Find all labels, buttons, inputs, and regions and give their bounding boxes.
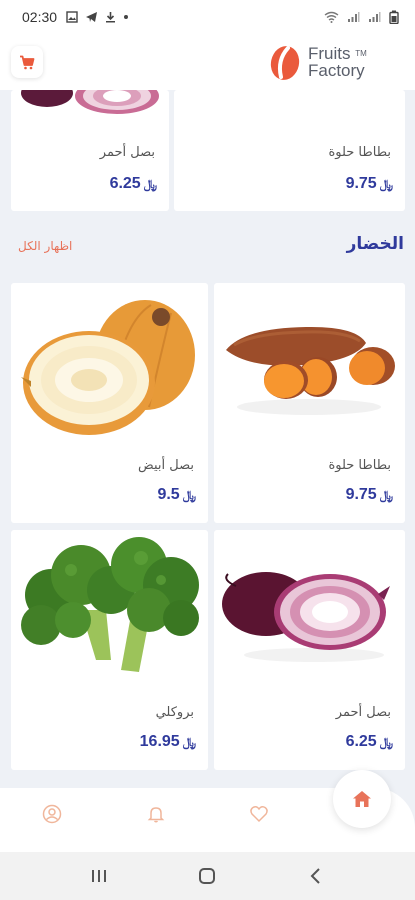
product-card[interactable]: بصل أحمر 6.25 ﷼ [214, 530, 405, 770]
product-card[interactable]: بطاطا حلوة 9.75 ﷼ [214, 283, 405, 523]
product-price: 9.75 ﷼ [346, 175, 393, 193]
back-icon [310, 868, 320, 884]
section-title: الخضار [346, 234, 404, 254]
price-value: 9.75 [345, 486, 377, 503]
notification-icons [66, 11, 129, 23]
product-scroll[interactable]: بطاطا حلوة 9.75 ﷼ بصل أحمر 6.25 ﷼ الخضار… [0, 90, 415, 788]
logo-text: Fruits TM Factory [308, 45, 367, 79]
product-name: بطاطا حلوة [328, 458, 391, 473]
home-circle-icon [199, 868, 215, 884]
favorites-nav-item[interactable] [247, 802, 271, 826]
dot-icon [124, 15, 129, 19]
recents-button[interactable] [87, 864, 111, 888]
home-icon [353, 791, 371, 807]
heart-icon [250, 806, 268, 823]
white-onion-image [21, 300, 195, 435]
product-name: بصل أحمر [335, 705, 391, 720]
price-value: 6.25 [109, 175, 141, 192]
telegram-icon [86, 12, 98, 22]
product-card[interactable]: بطاطا حلوة 9.75 ﷼ [174, 90, 405, 211]
system-navigation-bar [0, 852, 415, 900]
price-value: 16.95 [139, 733, 180, 750]
status-bar: 02:30 [0, 0, 415, 34]
battery-icon [389, 10, 399, 24]
app-header: Fruits TM Factory [0, 34, 415, 90]
status-right [324, 10, 399, 24]
logo-line2: Factory [308, 61, 365, 80]
product-price: 6.25 ﷼ [110, 175, 157, 193]
wifi-icon [324, 11, 339, 23]
back-button[interactable] [304, 864, 328, 888]
red-onion-image [222, 572, 390, 662]
broccoli-image [21, 537, 199, 672]
home-button[interactable] [333, 770, 391, 828]
app-logo: Fruits TM Factory [268, 40, 388, 84]
profile-icon [42, 804, 62, 824]
product-name: بصل أحمر [99, 145, 155, 160]
cart-button[interactable] [11, 46, 43, 78]
image-icon [66, 11, 78, 23]
product-price: 6.25 ﷼ [346, 733, 393, 751]
product-price: 16.95 ﷼ [140, 733, 196, 751]
product-card[interactable]: بروكلي 16.95 ﷼ [11, 530, 208, 770]
recents-icon [92, 870, 106, 882]
bell-icon [147, 807, 165, 823]
logo-tm: TM [355, 49, 367, 58]
product-card[interactable]: بصل أبيض 9.5 ﷼ [11, 283, 208, 523]
signal-icon [369, 12, 381, 22]
price-value: 9.75 [345, 175, 377, 192]
signal-icon [348, 12, 360, 22]
product-name: بطاطا حلوة [328, 145, 391, 160]
currency-symbol: ﷼ [379, 177, 393, 191]
price-value: 6.25 [345, 733, 377, 750]
show-all-link[interactable]: اظهار الكل [18, 239, 72, 253]
price-value: 9.5 [157, 486, 180, 503]
system-home-button[interactable] [195, 864, 219, 888]
product-price: 9.5 ﷼ [157, 486, 196, 504]
cart-icon [20, 55, 35, 69]
red-onion-image [21, 90, 159, 114]
currency-symbol: ﷼ [379, 735, 393, 749]
product-name: بصل أبيض [138, 458, 194, 473]
status-left: 02:30 [22, 9, 129, 25]
currency-symbol: ﷼ [182, 735, 196, 749]
profile-nav-item[interactable] [40, 802, 64, 826]
logo-mark-icon [270, 46, 300, 80]
sweet-potato-image [226, 326, 395, 415]
download-icon [106, 12, 116, 23]
product-name: بروكلي [155, 705, 194, 720]
product-price: 9.75 ﷼ [346, 486, 393, 504]
currency-symbol: ﷼ [143, 177, 157, 191]
currency-symbol: ﷼ [182, 488, 196, 502]
currency-symbol: ﷼ [379, 488, 393, 502]
status-time: 02:30 [22, 9, 58, 25]
notifications-nav-item[interactable] [144, 802, 168, 826]
product-card[interactable]: بصل أحمر 6.25 ﷼ [11, 90, 169, 211]
